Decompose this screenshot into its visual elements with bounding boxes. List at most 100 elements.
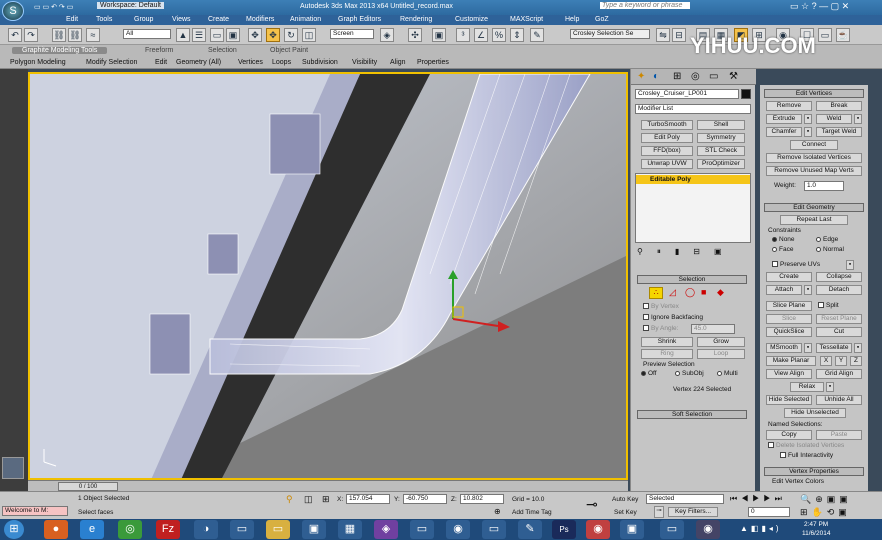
utilities-tab-icon[interactable]: ⚒: [729, 71, 738, 82]
tab-object-paint[interactable]: Object Paint: [270, 47, 308, 54]
repeat-last-button[interactable]: Repeat Last: [780, 215, 848, 225]
loop-button[interactable]: Loop: [697, 349, 745, 359]
menu-edit[interactable]: Edit: [66, 16, 78, 23]
modifier-button-unwrap-uvw[interactable]: Unwrap UVW: [641, 159, 693, 169]
unlink-icon[interactable]: ⛓: [68, 28, 82, 42]
delete-isolated-checkbox[interactable]: Delete Isolated Vertices: [768, 442, 844, 449]
quickslice-button[interactable]: QuickSlice: [766, 327, 812, 337]
redo-icon[interactable]: ↷: [24, 28, 38, 42]
copy-button[interactable]: Copy: [766, 430, 812, 440]
preview-multi-radio[interactable]: Multi: [717, 370, 738, 377]
shrink-button[interactable]: Shrink: [641, 337, 693, 347]
split-checkbox[interactable]: Split: [818, 302, 839, 309]
time-slider-thumb[interactable]: 0 / 100: [58, 482, 118, 491]
time-tag-icon[interactable]: ⊕: [494, 507, 501, 516]
workspace-selector[interactable]: Workspace: Default: [97, 2, 164, 9]
chamfer-settings-button[interactable]: ▪: [804, 127, 812, 137]
by-vertex-checkbox[interactable]: By Vertex: [643, 303, 679, 310]
modifier-button-ffd-box[interactable]: FFD(box): [641, 146, 693, 156]
slice-button[interactable]: Slice: [766, 314, 812, 324]
preserve-uvs-checkbox[interactable]: Preserve UVs: [772, 261, 820, 268]
edit-vertices-rollout-header[interactable]: Edit Vertices: [764, 89, 864, 98]
modifier-button-turbosmooth[interactable]: TurboSmooth: [641, 120, 693, 130]
attach-button[interactable]: Attach: [766, 285, 802, 295]
detach-button[interactable]: Detach: [816, 285, 862, 295]
weight-input[interactable]: 1.0: [804, 181, 844, 191]
collapse-button[interactable]: Collapse: [816, 272, 862, 282]
tab-selection[interactable]: Selection: [208, 47, 237, 54]
soft-selection-rollout-header[interactable]: Soft Selection: [637, 410, 747, 419]
app-icon-5[interactable]: ◑: [194, 520, 218, 539]
tab-graphite-modeling-tools[interactable]: Graphite Modeling Tools: [12, 47, 108, 54]
perspective-viewport[interactable]: [28, 72, 628, 480]
msmooth-button[interactable]: MSmooth: [766, 343, 802, 353]
app-icon-17[interactable]: ▣: [620, 520, 644, 539]
make-planar-button[interactable]: Make Planar: [766, 356, 816, 366]
set-keys-icon[interactable]: ⊸: [654, 506, 664, 518]
select-rotate-icon[interactable]: ↻: [284, 28, 298, 42]
key-set-dropdown[interactable]: Selected: [646, 494, 724, 504]
menu-rendering[interactable]: Rendering: [400, 16, 432, 23]
navigation-controls[interactable]: 🔍⊕▣▣: [800, 494, 852, 505]
render-production-icon[interactable]: ☕: [836, 28, 850, 42]
menu-create[interactable]: Create: [208, 16, 229, 23]
link-icon[interactable]: ⛓: [52, 28, 66, 42]
app-icon-13[interactable]: ▭: [482, 520, 506, 539]
preview-subobj-radio[interactable]: SubObj: [675, 370, 704, 377]
firefox-icon[interactable]: ●: [44, 520, 68, 539]
connect-button[interactable]: Connect: [790, 140, 838, 150]
ribbon-modify-selection[interactable]: Modify Selection: [86, 59, 137, 66]
key-filters-button[interactable]: Key Filters...: [668, 507, 718, 517]
spinner-snap-icon[interactable]: ⇕: [510, 28, 524, 42]
ribbon-subdivision[interactable]: Subdivision: [302, 59, 338, 66]
navigation-controls-2[interactable]: ⊞✋⟲▣: [800, 507, 851, 518]
tab-freeform[interactable]: Freeform: [145, 47, 173, 54]
weld-settings-button[interactable]: ▪: [854, 114, 862, 124]
planar-y-button[interactable]: Y: [835, 356, 847, 366]
border-mode-icon[interactable]: ◯: [685, 287, 695, 298]
modifier-button-stl-check[interactable]: STL Check: [697, 146, 745, 156]
constraint-none-radio[interactable]: None: [772, 236, 795, 243]
remove-button[interactable]: Remove: [766, 101, 812, 111]
ribbon-visibility[interactable]: Visibility: [352, 59, 377, 66]
vertex-properties-rollout-header[interactable]: Vertex Properties: [764, 467, 864, 476]
app-icon-6[interactable]: ▭: [230, 520, 254, 539]
modifier-list-dropdown[interactable]: Modifier List: [635, 104, 751, 114]
quick-access-toolbar[interactable]: ▭ ▭ ↶ ↷ ▭: [34, 3, 73, 11]
chrome-icon[interactable]: ◎: [118, 520, 142, 539]
attach-settings-button[interactable]: ▪: [804, 285, 812, 295]
create-button[interactable]: Create: [766, 272, 812, 282]
relax-settings-button[interactable]: ▪: [826, 382, 834, 392]
ribbon-loops[interactable]: Loops: [272, 59, 291, 66]
ignore-backfacing-checkbox[interactable]: Ignore Backfacing: [643, 314, 703, 321]
break-button[interactable]: Break: [816, 101, 862, 111]
polygon-mode-icon[interactable]: ■: [701, 287, 706, 297]
modifier-button-shell[interactable]: Shell: [697, 120, 745, 130]
menu-goz[interactable]: GoZ: [595, 16, 609, 23]
menu-customize[interactable]: Customize: [455, 16, 488, 23]
hierarchy-tab-icon[interactable]: ⊞: [673, 71, 681, 82]
app-icon-11[interactable]: ▭: [410, 520, 434, 539]
modifier-button-symmetry[interactable]: Symmetry: [697, 133, 745, 143]
cut-button[interactable]: Cut: [816, 327, 862, 337]
extrude-settings-button[interactable]: ▪: [804, 114, 812, 124]
rect-selection-icon[interactable]: ▭: [210, 28, 224, 42]
add-time-tag-button[interactable]: Add Time Tag: [512, 509, 552, 516]
isolate-icon[interactable]: ◫: [304, 494, 313, 505]
current-frame-field[interactable]: 0: [748, 507, 790, 517]
undo-icon[interactable]: ↶: [8, 28, 22, 42]
app-logo-icon[interactable]: S: [2, 1, 24, 21]
z-coordinate-field[interactable]: 10.802: [460, 494, 504, 504]
chamfer-button[interactable]: Chamfer: [766, 127, 802, 137]
app-icon-18[interactable]: ▭: [660, 520, 684, 539]
ribbon-vertices[interactable]: Vertices: [238, 59, 263, 66]
stack-item-editable-poly[interactable]: Editable Poly: [636, 175, 750, 184]
selection-rollout-header[interactable]: Selection: [637, 275, 747, 284]
by-angle-checkbox[interactable]: By Angle:: [643, 325, 678, 332]
planar-z-button[interactable]: Z: [850, 356, 862, 366]
modifier-button-edit-poly[interactable]: Edit Poly: [641, 133, 693, 143]
ribbon-geometry-all[interactable]: Geometry (All): [176, 59, 221, 66]
menu-animation[interactable]: Animation: [290, 16, 321, 23]
keyboard-shortcut-icon[interactable]: ▣: [432, 28, 446, 42]
object-name-field[interactable]: Crosley_Cruiser_LP001: [635, 89, 739, 99]
